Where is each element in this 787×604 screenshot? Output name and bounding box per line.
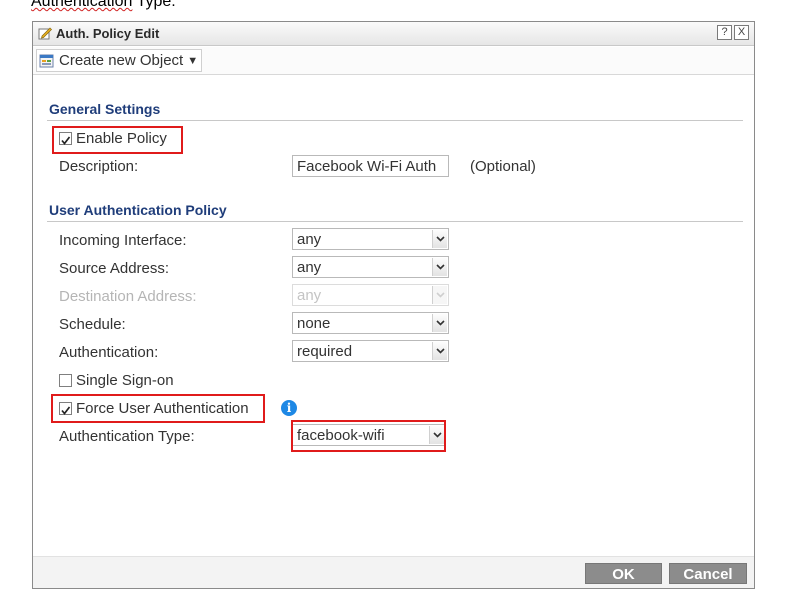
incoming-interface-value: any [297, 231, 322, 248]
authentication-label: Authentication: [59, 344, 159, 361]
highlight-force-user-authentication [51, 394, 265, 423]
source-address-label: Source Address: [59, 260, 170, 277]
highlight-authentication-type [291, 420, 446, 452]
optional-hint: (Optional) [470, 158, 536, 175]
schedule-select[interactable]: none [292, 312, 449, 334]
schedule-label: Schedule: [59, 316, 126, 333]
dialog-footer: OK Cancel [33, 556, 754, 588]
chevron-down-icon[interactable] [432, 258, 447, 276]
section-divider [47, 221, 743, 222]
section-divider [47, 120, 743, 121]
description-input[interactable]: Facebook Wi-Fi Auth [292, 155, 449, 177]
dialog-title: Auth. Policy Edit [56, 26, 160, 41]
schedule-value: none [297, 315, 331, 332]
highlight-enable-policy [52, 126, 183, 154]
description-value: Facebook Wi-Fi Auth [297, 158, 437, 175]
chevron-down-icon[interactable] [432, 314, 447, 332]
description-label: Description: [59, 158, 139, 175]
chevron-down-icon [432, 286, 447, 304]
user-authentication-policy-heading: User Authentication Policy [49, 202, 227, 218]
single-sign-on-checkbox[interactable] [59, 374, 72, 387]
authentication-value: required [297, 343, 353, 360]
help-icon[interactable]: ? [717, 25, 732, 40]
close-icon[interactable]: X [734, 25, 749, 40]
chevron-down-icon[interactable] [432, 342, 447, 360]
cancel-button[interactable]: Cancel [669, 563, 747, 584]
edit-icon [38, 27, 52, 40]
destination-address-value: any [297, 287, 322, 304]
auth-policy-dialog: Auth. Policy Edit ? X Create new Object … [32, 21, 755, 589]
source-address-value: any [297, 259, 322, 276]
create-new-object-label: Create new Object [59, 52, 184, 69]
source-address-select[interactable]: any [292, 256, 449, 278]
chevron-down-icon: ▼ [187, 54, 199, 67]
incoming-interface-label: Incoming Interface: [59, 232, 187, 249]
info-icon[interactable]: i [281, 400, 297, 416]
chevron-down-icon[interactable] [432, 230, 447, 248]
dialog-toolbar: Create new Object ▼ [33, 47, 754, 75]
single-sign-on-label: Single Sign-on [76, 372, 174, 389]
authentication-select[interactable]: required [292, 340, 449, 362]
general-settings-heading: General Settings [49, 101, 161, 117]
incoming-interface-select[interactable]: any [292, 228, 449, 250]
new-object-icon [39, 54, 54, 67]
ok-button[interactable]: OK [585, 563, 662, 584]
destination-address-select: any [292, 284, 449, 306]
authentication-type-label: Authentication Type: [59, 428, 195, 445]
create-new-object-button[interactable]: Create new Object ▼ [36, 49, 203, 72]
dialog-titlebar: Auth. Policy Edit ? X [33, 22, 754, 46]
destination-address-label: Destination Address: [59, 288, 197, 305]
caption-misspelled-word: Authentication [31, 0, 133, 10]
caption-rest: Type. [132, 0, 176, 10]
page-caption: Authentication Type. [31, 0, 176, 13]
